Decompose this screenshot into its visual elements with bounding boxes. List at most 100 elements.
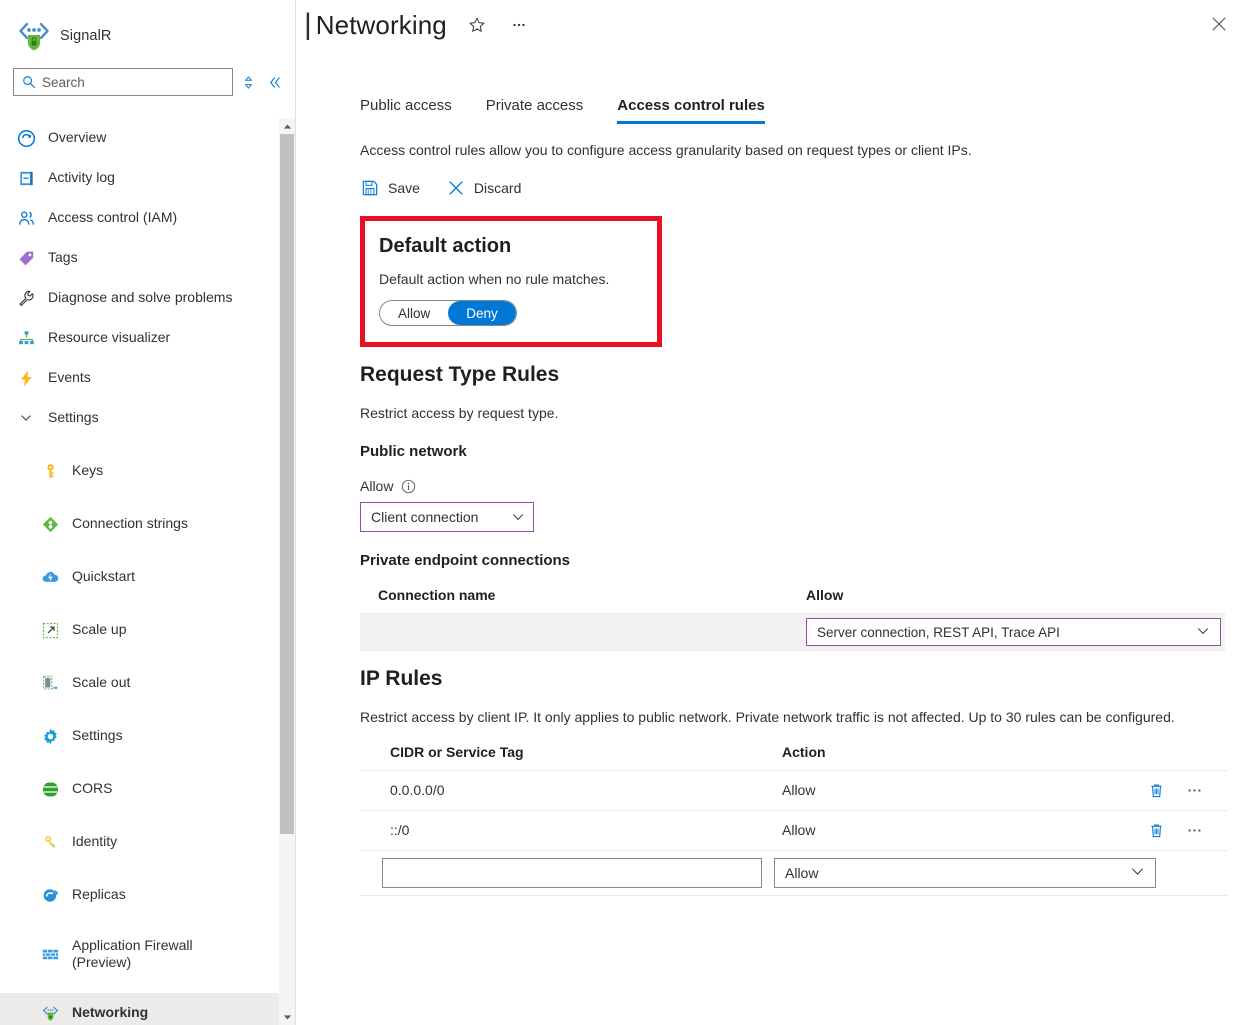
ip-rule-action-dropdown[interactable]: Allow [774,858,1156,888]
discard-button[interactable]: Discard [446,178,521,198]
sidebar-item-scale-out[interactable]: Scale out [0,663,295,703]
default-action-option-deny[interactable]: Deny [448,301,516,325]
command-toolbar: Save Discard [360,178,1227,198]
sidebar-item-activity-log[interactable]: Activity log [0,158,295,198]
private-endpoint-allow-dropdown[interactable]: Server connection, REST API, Trace API [806,618,1221,646]
public-network-allow-value: Client connection [371,509,478,525]
sidebar-item-label: Keys [72,462,103,480]
sidebar-item-identity[interactable]: Identity [0,822,295,862]
title-separator: | [304,10,312,40]
public-network-heading: Public network [360,443,1227,460]
sidebar-item-label: Quickstart [72,568,135,586]
ip-rule-action-value: Allow [785,865,818,881]
private-endpoint-table: Connection name Allow Server connection,… [360,587,1225,651]
sidebar-item-quickstart[interactable]: Quickstart [0,557,295,597]
firewall-icon [40,944,60,964]
trash-icon[interactable] [1146,780,1166,800]
trash-icon[interactable] [1146,820,1166,840]
ip-rules-table: CIDR or Service Tag Action 0.0.0.0/0 All… [360,744,1228,896]
sidebar-item-settings[interactable]: Settings [0,716,295,756]
double-chevron-left-icon[interactable] [263,69,285,95]
sidebar-item-label: Overview [48,129,106,147]
star-icon[interactable] [465,13,489,37]
brand-header: SignalR [0,0,295,62]
sidebar-item-label: Scale up [72,621,126,639]
sidebar-item-label: Resource visualizer [48,329,170,347]
scroll-up-arrow-icon[interactable] [279,118,295,134]
ip-rules-heading: IP Rules [360,667,1227,691]
sidebar-item-diagnose[interactable]: Diagnose and solve problems [0,278,295,318]
public-network-allow-dropdown[interactable]: Client connection [360,502,534,532]
intro-text: Access control rules allow you to config… [360,142,1227,158]
sidebar-group-settings[interactable]: Settings [0,398,295,438]
main-pane: | Networking Public access [296,0,1247,1025]
azure-portal-blade: SignalR [0,0,1247,1025]
sidebar-item-label: Events [48,369,91,387]
save-label: Save [388,180,420,196]
scale-up-icon [40,620,60,640]
ip-rule-cidr: 0.0.0.0/0 [390,782,782,798]
sidebar-item-scale-up[interactable]: Scale up [0,610,295,650]
sidebar-item-tags[interactable]: Tags [0,238,295,278]
private-endpoint-heading: Private endpoint connections [360,552,1227,569]
sidebar-item-overview[interactable]: Overview [0,118,295,158]
sidebar-nav-list: Overview Activity log [0,118,295,1025]
sidebar-search-row [0,62,295,102]
tab-public-access[interactable]: Public access [360,97,452,124]
sidebar-item-label: Identity [72,833,117,851]
discard-x-icon [446,178,466,198]
default-action-highlight-box: Default action Default action when no ru… [360,216,662,347]
column-header-cidr: CIDR or Service Tag [390,744,782,760]
search-box[interactable] [13,68,233,96]
search-icon [22,75,36,89]
tab-access-control-rules[interactable]: Access control rules [617,97,765,124]
sidebar-scrollbar[interactable] [279,118,295,1025]
identity-key-icon [40,832,60,852]
sort-updown-icon[interactable] [237,69,259,95]
sidebar-item-connection-strings[interactable]: Connection strings [0,504,295,544]
ip-rules-table-header: CIDR or Service Tag Action [360,744,1228,770]
table-row: Server connection, REST API, Trace API [360,613,1225,651]
discard-label: Discard [474,180,521,196]
ip-rule-cidr-input[interactable] [382,858,762,888]
request-type-rules-description: Restrict access by request type. [360,403,1227,423]
page-title: Networking [316,10,447,41]
chevron-down-icon [1130,864,1145,882]
sidebar-item-networking[interactable]: Networking [0,993,295,1025]
info-circle-icon[interactable] [401,479,416,494]
close-icon[interactable] [1203,8,1235,40]
ellipsis-icon[interactable] [1184,820,1204,840]
tab-private-access[interactable]: Private access [486,97,584,124]
ip-rules-description: Restrict access by client IP. It only ap… [360,707,1227,727]
tags-icon [16,248,36,268]
sidebar-item-label: CORS [72,780,112,798]
scroll-down-arrow-icon[interactable] [279,1009,295,1025]
main-content: Access control rules allow you to config… [296,142,1247,896]
replicas-icon [40,885,60,905]
request-type-rules-heading: Request Type Rules [360,363,1227,387]
column-header-connection-name: Connection name [378,587,806,603]
default-action-description: Default action when no rule matches. [379,271,643,287]
wrench-icon [16,288,36,308]
ellipsis-icon[interactable] [507,13,531,37]
row-actions [1146,780,1228,800]
sidebar-item-access-control[interactable]: Access control (IAM) [0,198,295,238]
search-input[interactable] [42,69,232,95]
sidebar-item-replicas[interactable]: Replicas [0,875,295,915]
sidebar-item-events[interactable]: Events [0,358,295,398]
scrollbar-thumb[interactable] [280,134,294,834]
sidebar-item-application-firewall[interactable]: Application Firewall (Preview) [0,928,295,980]
sidebar-item-resource-visualizer[interactable]: Resource visualizer [0,318,295,358]
sidebar-item-label: Replicas [72,886,126,904]
ip-rule-new-row: Allow [360,850,1228,896]
table-row: ::/0 Allow [360,810,1228,850]
ellipsis-icon[interactable] [1184,780,1204,800]
default-action-toggle[interactable]: Allow Deny [379,300,517,326]
ip-rule-cidr: ::/0 [390,822,782,838]
sidebar-item-keys[interactable]: Keys [0,451,295,491]
brand-name: SignalR [60,28,111,44]
save-button[interactable]: Save [360,178,420,198]
default-action-option-allow[interactable]: Allow [380,301,448,325]
sidebar-item-cors[interactable]: CORS [0,769,295,809]
sidebar-item-label: Application Firewall (Preview) [72,937,252,972]
